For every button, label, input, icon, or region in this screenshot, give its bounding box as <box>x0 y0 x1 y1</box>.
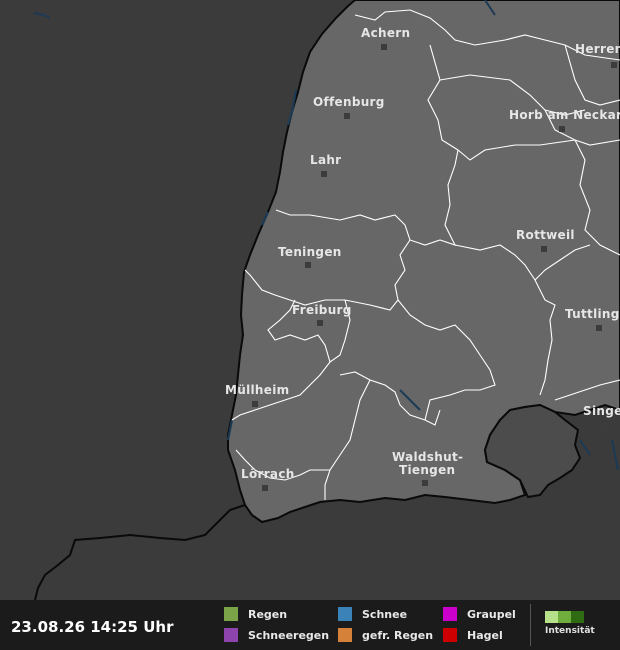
legend-label-hagel: Hagel <box>467 628 503 642</box>
intensity-swatch-high <box>571 611 584 623</box>
city-label-teningen: Teningen <box>278 245 342 259</box>
city-label-offenburg: Offenburg <box>313 95 385 109</box>
city-label-freiburg: Freiburg <box>292 303 352 317</box>
legend-hagel: Hagel <box>443 628 503 642</box>
legend-label-graupel: Graupel <box>467 607 516 621</box>
city-label-rottweil: Rottweil <box>516 228 575 242</box>
intensity-swatch-low <box>545 611 558 623</box>
legend-bar: 23.08.26 14:25 Uhr Regen Schneeregen Sch… <box>0 600 620 650</box>
legend-regen: Regen <box>224 607 287 621</box>
legend-swatch-gefr-regen <box>338 628 352 642</box>
legend-swatch-schnee <box>338 607 352 621</box>
city-label-singen: Singe <box>583 404 620 418</box>
legend-label-regen: Regen <box>248 607 288 621</box>
legend-gefr-regen: gefr. Regen <box>338 628 433 642</box>
legend-schnee: Schnee <box>338 607 407 621</box>
city-label-tuttlingen: Tuttlinge <box>565 307 620 321</box>
intensity-swatch-mid <box>558 611 571 623</box>
legend-swatch-regen <box>224 607 238 621</box>
legend-label-gefr-regen: gefr. Regen <box>362 628 434 642</box>
intensity-scale: Intensität <box>545 611 595 636</box>
radar-map[interactable]: Achern Herren Offenburg Horb am Neckar L… <box>0 0 620 600</box>
legend-swatch-hagel <box>443 628 457 642</box>
intensity-label: Intensität <box>545 626 595 636</box>
legend-divider <box>530 604 531 646</box>
city-label-horb: Horb am Neckar <box>509 108 620 122</box>
city-label-loerrach: Lörrach <box>241 467 295 481</box>
city-label-waldshut-1: Waldshut- <box>392 450 463 464</box>
legend-label-schneeregen: Schneeregen <box>248 628 330 642</box>
city-label-muellheim: Müllheim <box>225 383 289 397</box>
city-label-waldshut-2: Tiengen <box>399 463 455 477</box>
city-label-lahr: Lahr <box>310 153 341 167</box>
timestamp: 23.08.26 14:25 Uhr <box>11 618 174 636</box>
legend-schneeregen: Schneeregen <box>224 628 329 642</box>
legend-swatch-schneeregen <box>224 628 238 642</box>
legend-swatch-graupel <box>443 607 457 621</box>
intensity-swatches <box>545 611 595 623</box>
city-label-achern: Achern <box>361 26 410 40</box>
legend-label-schnee: Schnee <box>362 607 408 621</box>
legend-graupel: Graupel <box>443 607 516 621</box>
city-label-herrenberg: Herren <box>575 42 620 56</box>
